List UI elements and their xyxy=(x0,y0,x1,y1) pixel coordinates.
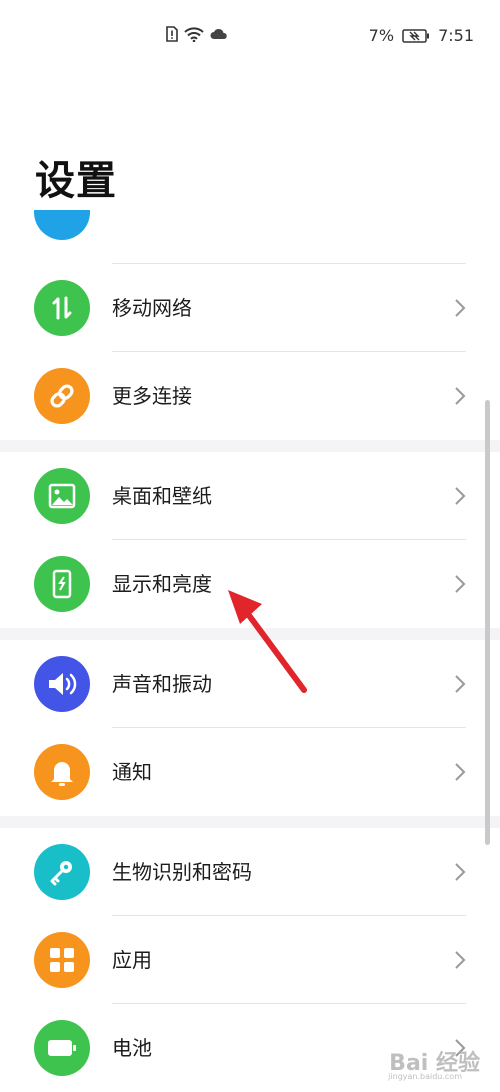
chevron-right-icon xyxy=(455,951,466,969)
item-label: 通知 xyxy=(112,760,152,784)
item-label: 桌面和壁纸 xyxy=(112,484,212,508)
chevron-right-icon xyxy=(455,487,466,505)
group-separator xyxy=(0,816,500,828)
settings-item-mobile-network[interactable]: 移动网络 xyxy=(0,264,500,352)
status-icons xyxy=(166,26,228,42)
partial-list-item[interactable] xyxy=(0,210,500,264)
status-time: 7:51 xyxy=(438,26,474,45)
display-icon xyxy=(34,556,90,612)
item-label: 更多连接 xyxy=(112,384,192,408)
item-label: 生物识别和密码 xyxy=(112,860,252,884)
settings-list: 移动网络 更多连接 桌面和壁纸 显示和亮度 声音和振动 通知 生物识别和密码 应… xyxy=(0,264,500,1092)
page-title: 设置 xyxy=(35,158,117,204)
status-bar: 7% 7:51 xyxy=(0,0,500,70)
item-label: 移动网络 xyxy=(112,296,192,320)
key-icon xyxy=(34,844,90,900)
chevron-right-icon xyxy=(455,675,466,693)
scrollbar[interactable] xyxy=(485,400,490,845)
item-label: 显示和亮度 xyxy=(112,572,212,596)
battery-charging-icon xyxy=(402,28,430,43)
item-label: 应用 xyxy=(112,948,152,972)
item-label: 声音和振动 xyxy=(112,672,212,696)
settings-item-notifications[interactable]: 通知 xyxy=(0,728,500,816)
group-separator xyxy=(0,440,500,452)
status-right: 7% 7:51 xyxy=(369,26,474,45)
grid-icon xyxy=(34,932,90,988)
battery-percent: 7% xyxy=(368,26,395,45)
settings-item-apps[interactable]: 应用 xyxy=(0,916,500,1004)
watermark-url: jingyan.baidu.com xyxy=(388,1072,462,1081)
wifi-icon xyxy=(184,26,204,42)
partial-item-icon xyxy=(34,210,90,240)
battery-icon xyxy=(34,1020,90,1076)
chevron-right-icon xyxy=(455,299,466,317)
chevron-right-icon xyxy=(455,575,466,593)
group-separator xyxy=(0,628,500,640)
settings-item-display-brightness[interactable]: 显示和亮度 xyxy=(0,540,500,628)
mobile-data-icon xyxy=(34,280,90,336)
speaker-icon xyxy=(34,656,90,712)
settings-item-more-connections[interactable]: 更多连接 xyxy=(0,352,500,440)
chevron-right-icon xyxy=(455,387,466,405)
settings-item-biometrics-password[interactable]: 生物识别和密码 xyxy=(0,828,500,916)
link-icon xyxy=(34,368,90,424)
chevron-right-icon xyxy=(455,763,466,781)
chevron-right-icon xyxy=(455,863,466,881)
sim-alert-icon xyxy=(166,26,178,42)
cloud-icon xyxy=(210,28,228,40)
image-icon xyxy=(34,468,90,524)
item-label: 电池 xyxy=(112,1036,152,1060)
settings-item-sound[interactable]: 声音和振动 xyxy=(0,640,500,728)
settings-item-wallpaper[interactable]: 桌面和壁纸 xyxy=(0,452,500,540)
bell-icon xyxy=(34,744,90,800)
